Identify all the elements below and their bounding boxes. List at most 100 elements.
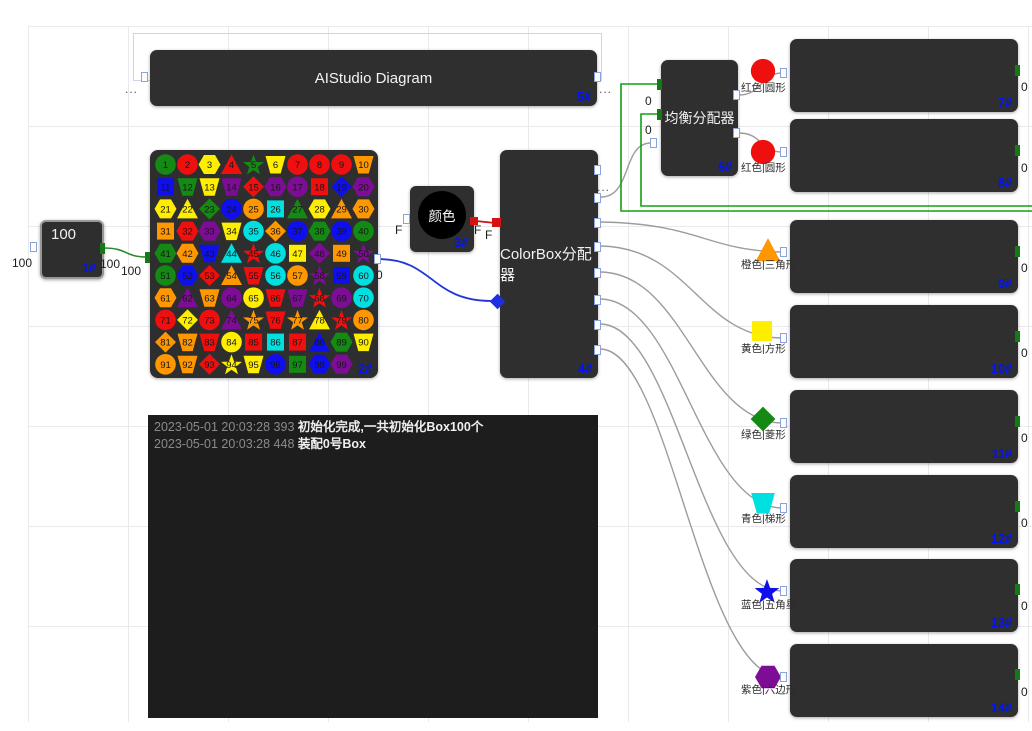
port-balance-out-1[interactable] (733, 90, 740, 100)
svg-text:97: 97 (292, 360, 303, 371)
port-source-out[interactable] (100, 243, 105, 254)
port-title-right[interactable] (594, 72, 601, 82)
box-cell-30: 30 (353, 199, 375, 218)
port-colorbox-out-7[interactable] (594, 320, 601, 330)
output-node-12[interactable]: 12# (790, 475, 1018, 548)
box-cell-9: 9 (331, 154, 352, 175)
box-cell-50: 50 (353, 243, 374, 263)
box-cell-4: 4 (221, 155, 242, 175)
title-left-ellipsis: ... (125, 82, 138, 96)
box-cell-25: 25 (243, 199, 264, 220)
port-source-left[interactable] (30, 242, 37, 252)
colorbox-in-label: F (485, 228, 492, 242)
port-balance-left-bottom[interactable] (650, 138, 657, 148)
svg-text:2: 2 (185, 160, 190, 171)
svg-text:11: 11 (161, 182, 171, 193)
svg-text:51: 51 (160, 271, 171, 282)
port-title-left[interactable] (141, 72, 148, 82)
port-output-in-9[interactable] (780, 247, 787, 257)
port-output-in-7[interactable] (780, 68, 787, 78)
output-node-7[interactable]: 7# (790, 39, 1018, 112)
box-cell-18: 18 (311, 178, 328, 195)
node-title-text: AIStudio Diagram (150, 50, 597, 106)
log-panel[interactable]: 2023-05-01 20:03:28 393 初始化完成,一共初始化Box10… (148, 415, 598, 718)
box-cell-34: 34 (222, 223, 242, 241)
output-count-8: 0 (1021, 161, 1028, 175)
port-colorbox-color-in[interactable] (492, 218, 501, 227)
svg-text:9: 9 (339, 160, 344, 171)
output-class-label-14: 紫色|六边形 (741, 682, 796, 697)
node-id-2: 2# (358, 362, 372, 376)
wire (601, 324, 781, 591)
output-node-8[interactable]: 8# (790, 119, 1018, 192)
port-output-out-13[interactable] (1015, 584, 1020, 595)
output-node-9[interactable]: 9# (790, 220, 1018, 293)
port-colorbox-out-6[interactable] (594, 295, 601, 305)
port-output-out-10[interactable] (1015, 331, 1020, 342)
box-cell-87: 87 (289, 334, 306, 351)
port-output-in-14[interactable] (780, 672, 787, 682)
node-box-grid[interactable]: 1234567891011121314151617181920212223242… (150, 150, 378, 378)
port-grid-in[interactable] (145, 252, 150, 263)
port-colorbox-out-1[interactable] (594, 165, 601, 175)
port-output-out-11[interactable] (1015, 416, 1020, 427)
port-output-out-12[interactable] (1015, 501, 1020, 512)
log-line: 2023-05-01 20:03:28 393 初始化完成,一共初始化Box10… (154, 419, 592, 436)
box-cell-49: 49 (333, 245, 350, 262)
output-node-13[interactable]: 13# (790, 559, 1018, 632)
node-color[interactable]: 颜色 3# (410, 186, 474, 252)
output-count-9: 0 (1021, 261, 1028, 275)
port-colorbox-out-4[interactable] (594, 242, 601, 252)
output-node-11[interactable]: 11# (790, 390, 1018, 463)
port-color-left[interactable] (403, 214, 410, 224)
port-output-out-9[interactable] (1015, 246, 1020, 257)
box-cell-75: 75 (243, 310, 264, 330)
port-output-in-13[interactable] (780, 586, 787, 596)
port-colorbox-out-2[interactable] (594, 193, 601, 203)
node-id-7: 7# (998, 96, 1012, 110)
port-colorbox-out-5[interactable] (594, 268, 601, 278)
port-output-out-14[interactable] (1015, 669, 1020, 680)
port-output-out-7[interactable] (1015, 65, 1020, 76)
svg-text:74: 74 (226, 316, 237, 327)
box-cell-3: 3 (199, 155, 221, 174)
box-cell-12: 12 (178, 178, 198, 196)
node-id-13: 13# (991, 616, 1012, 630)
port-colorbox-out-3[interactable] (594, 218, 601, 228)
svg-text:76: 76 (270, 316, 281, 327)
box-cell-2: 2 (177, 154, 198, 175)
output-count-13: 0 (1021, 599, 1028, 613)
box-cell-31: 31 (157, 223, 174, 240)
port-output-out-8[interactable] (1015, 145, 1020, 156)
log-message: 初始化完成,一共初始化Box100个 (298, 420, 483, 434)
node-title[interactable]: AIStudio Diagram 5# (150, 50, 597, 106)
port-balance-out-2[interactable] (733, 128, 740, 138)
balance-title: 均衡分配器 (661, 60, 738, 176)
box-cell-93: 93 (199, 354, 220, 375)
svg-text:99: 99 (336, 360, 347, 371)
node-source-100[interactable]: 100 1# (40, 220, 104, 279)
port-output-in-8[interactable] (780, 147, 787, 157)
output-node-14[interactable]: 14# (790, 644, 1018, 717)
output-node-10[interactable]: 10# (790, 305, 1018, 378)
svg-text:80: 80 (358, 316, 369, 327)
svg-text:79: 79 (336, 316, 347, 327)
box-cell-43: 43 (200, 245, 220, 262)
box-cell-15: 15 (243, 176, 264, 197)
svg-text:78: 78 (314, 316, 325, 327)
node-colorbox-dispatcher[interactable]: ColorBox分配器 4# (500, 150, 598, 378)
box-cell-47: 47 (289, 245, 306, 262)
output-class-label-13: 蓝色|五角星 (741, 597, 796, 612)
source-value: 100 (51, 226, 76, 243)
port-grid-out[interactable] (374, 254, 381, 264)
port-balance-in-1[interactable] (657, 79, 662, 90)
node-balance-dispatcher[interactable]: 均衡分配器 6# (661, 60, 738, 176)
port-colorbox-out-8[interactable] (594, 345, 601, 355)
diagram-canvas[interactable]: AIStudio Diagram 5# ... ... 100 1# 100 1… (0, 0, 1032, 731)
svg-text:30: 30 (358, 205, 369, 216)
svg-text:67: 67 (292, 293, 303, 304)
svg-text:39: 39 (336, 227, 347, 238)
box-cell-14: 14 (222, 178, 242, 196)
svg-text:31: 31 (160, 227, 171, 238)
port-balance-in-2[interactable] (657, 109, 662, 120)
